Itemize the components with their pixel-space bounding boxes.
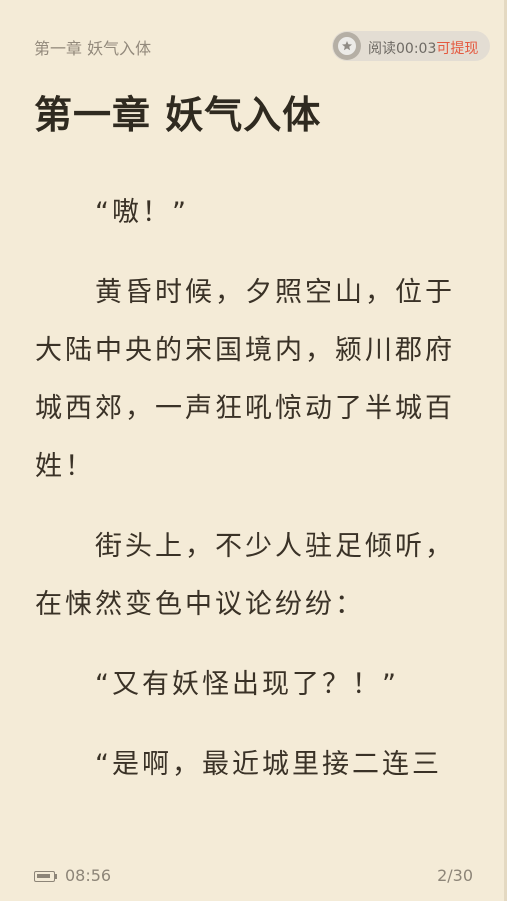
clock-time: 08:56 [65, 866, 112, 885]
paragraph: “是啊，最近城里接二连三 [95, 749, 442, 780]
chapter-title: 第一章 妖气入体 [34, 93, 322, 137]
star-badge-icon [333, 32, 361, 60]
reward-prefix: 阅读 [368, 41, 396, 57]
paragraph: 街头上，不少人驻足倾听，在悚然变色中议论纷纷： [35, 531, 455, 620]
reward-text: 阅读00:03可提现 [368, 38, 478, 58]
reader-footer: 08:56 2/30 [34, 865, 474, 887]
paragraph: “又有妖怪出现了？！” [95, 669, 399, 700]
withdraw-link[interactable]: 可提现 [436, 41, 478, 57]
reward-timer: 00:03 [396, 41, 437, 57]
chapter-content[interactable]: “嗷！” 黄昏时候，夕照空山，位于大陆中央的宋国境内，颍川郡府城西郊，一声狂吼惊… [35, 184, 475, 814]
reading-reward-pill[interactable]: 阅读00:03可提现 [332, 31, 490, 61]
paragraph: “嗷！” [95, 197, 189, 228]
battery-level [37, 874, 50, 878]
page-number: 2/30 [437, 866, 473, 885]
header-chapter-title: 第一章 妖气入体 [34, 39, 152, 58]
battery-tip [55, 874, 57, 879]
reader-header: 第一章 妖气入体 阅读00:03可提现 [34, 31, 490, 61]
battery-icon [34, 871, 55, 882]
paragraph: 黄昏时候，夕照空山，位于大陆中央的宋国境内，颍川郡府城西郊，一声狂吼惊动了半城百… [35, 277, 455, 482]
